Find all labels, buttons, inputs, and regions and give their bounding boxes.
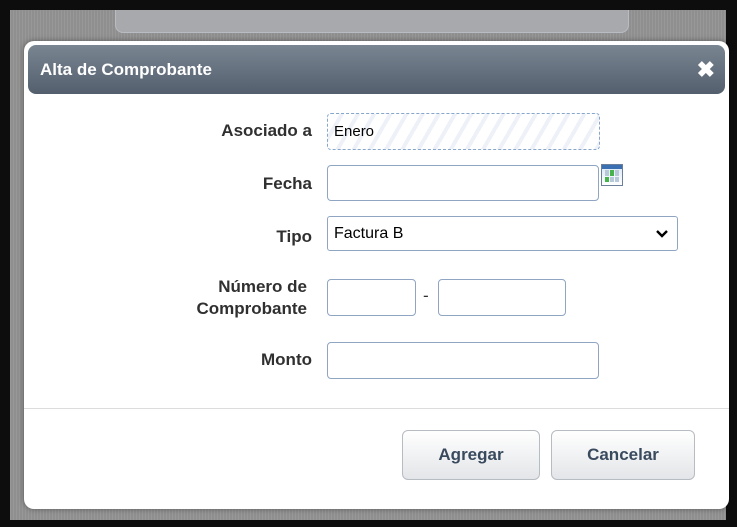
close-icon[interactable]: ✖: [697, 58, 715, 81]
asociado-label: Asociado a: [221, 121, 312, 140]
fecha-label: Fecha: [262, 174, 312, 193]
calendar-cell: [610, 170, 614, 176]
tipo-selected-value: Factura B: [334, 224, 404, 242]
asociado-value: Enero: [334, 123, 375, 140]
asociado-field: Enero: [327, 113, 600, 150]
numero-label-line2: Comprobante: [196, 299, 308, 318]
tipo-label: Tipo: [276, 227, 312, 246]
calendar-cell: [610, 176, 614, 182]
numero-label-line1: Número de: [218, 277, 307, 296]
dialog-title: Alta de Comprobante: [40, 59, 212, 79]
numero-label: Número de Comprobante: [107, 276, 308, 320]
cancelar-button[interactable]: Cancelar: [551, 430, 695, 480]
numero-separator: -: [423, 286, 429, 305]
alta-comprobante-dialog: Alta de Comprobante ✖ Asociado a Enero F…: [24, 41, 729, 509]
calendar-cell: [605, 176, 609, 182]
fecha-input[interactable]: [327, 165, 599, 201]
calendar-cell: [615, 176, 619, 182]
monto-input[interactable]: [327, 342, 599, 379]
background-field: [115, 10, 629, 33]
tipo-select[interactable]: Factura B: [327, 216, 678, 251]
calendar-cell: [615, 170, 619, 176]
calendar-cell: [605, 170, 609, 176]
numero-part1-input[interactable]: [327, 279, 416, 316]
dialog-titlebar[interactable]: Alta de Comprobante ✖: [28, 45, 725, 94]
agregar-button[interactable]: Agregar: [402, 430, 540, 480]
footer-divider: [24, 408, 729, 409]
chevron-down-icon: [655, 226, 669, 242]
numero-part2-input[interactable]: [438, 279, 566, 316]
monto-label: Monto: [261, 350, 312, 369]
calendar-icon[interactable]: [601, 164, 623, 186]
